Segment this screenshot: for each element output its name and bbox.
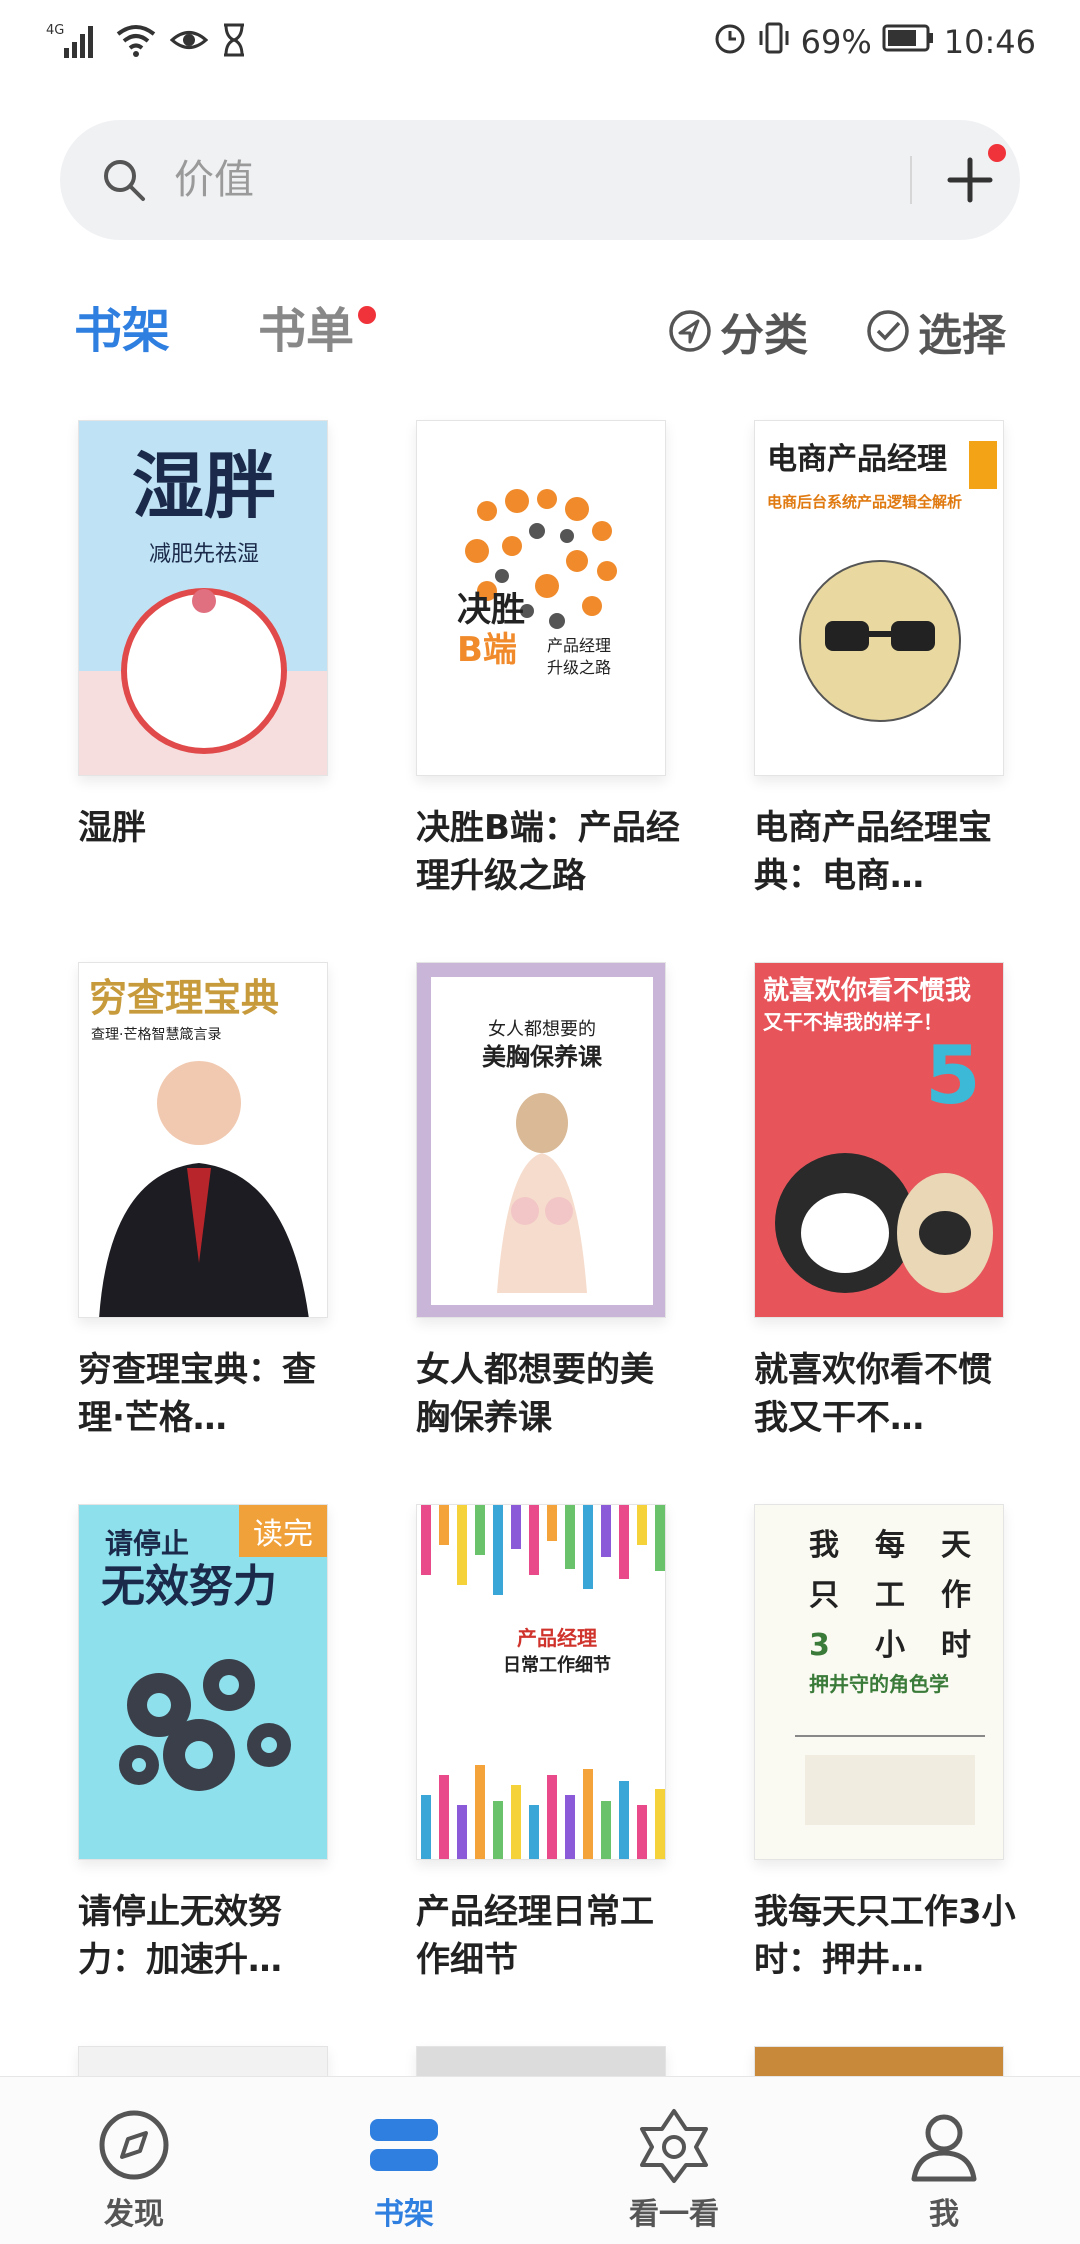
svg-text:请停止: 请停止 <box>105 1527 189 1560</box>
svg-text:升级之路: 升级之路 <box>547 658 611 677</box>
tab-booklist[interactable]: 书单 <box>258 296 376 366</box>
eye-icon <box>169 25 209 59</box>
nav-shelf[interactable]: 书架 <box>304 2077 504 2244</box>
select-button[interactable]: 选择 <box>866 296 1006 366</box>
search-input[interactable] <box>174 144 874 216</box>
svg-text:穷查理宝典: 穷查理宝典 <box>89 975 279 1020</box>
svg-text:我: 我 <box>809 1528 839 1563</box>
alarm-icon <box>713 21 747 63</box>
book-cover[interactable]: 湿胖 减肥先祛湿 <box>78 420 328 776</box>
svg-text:工: 工 <box>875 1578 905 1613</box>
svg-text:4G: 4G <box>46 23 64 38</box>
svg-text:美胸保养课: 美胸保养课 <box>482 1043 603 1071</box>
bookshelf-icon <box>370 2119 438 2171</box>
wifi-icon <box>116 22 156 62</box>
svg-text:押井守的角色学: 押井守的角色学 <box>809 1672 949 1696</box>
svg-text:天: 天 <box>941 1528 971 1563</box>
svg-text:减肥先祛湿: 减肥先祛湿 <box>149 542 259 567</box>
svg-text:作: 作 <box>941 1578 971 1613</box>
nav-look[interactable]: 看一看 <box>574 2077 774 2244</box>
book-title: 穷查理宝典：查理·芒格… <box>78 1350 316 1438</box>
svg-text:产品经理: 产品经理 <box>547 636 611 655</box>
nav-look-label: 看一看 <box>629 2197 719 2232</box>
svg-text:女人都想要的: 女人都想要的 <box>488 1019 596 1040</box>
svg-text:无效努力: 无效努力 <box>101 1561 277 1612</box>
book-cover[interactable]: 女人都想要的 美胸保养课 <box>416 962 666 1318</box>
search-bar[interactable] <box>60 120 1020 240</box>
category-button[interactable]: 分类 <box>668 296 808 366</box>
svg-text:决胜: 决胜 <box>457 590 525 630</box>
svg-text:查理·芒格智慧箴言录: 查理·芒格智慧箴言录 <box>91 1026 221 1043</box>
tab-booklist-label: 书单 <box>258 303 355 359</box>
signal-icon: 4G <box>46 20 102 64</box>
svg-text:B端: B端 <box>457 630 517 670</box>
check-circle-icon <box>867 310 909 352</box>
book-title: 我每天只工作3小时：押井… <box>754 1892 1016 1980</box>
nav-me[interactable]: 我 <box>844 2077 1044 2244</box>
svg-text:时: 时 <box>941 1628 971 1663</box>
status-right: 69% 10:46 <box>713 18 1036 66</box>
book-title: 产品经理日常工作细节 <box>416 1892 654 1980</box>
nav-shelf-label: 书架 <box>374 2197 434 2232</box>
book-title: 就喜欢你看不惯我又干不… <box>754 1350 992 1438</box>
tab-shelf[interactable]: 书架 <box>74 296 170 366</box>
svg-text:就喜欢你看不惯我: 就喜欢你看不惯我 <box>763 976 971 1006</box>
svg-text:电商后台系统产品逻辑全解析: 电商后台系统产品逻辑全解析 <box>767 493 962 511</box>
battery-percent: 69% <box>800 23 872 61</box>
add-button[interactable] <box>930 140 1010 220</box>
book-title: 女人都想要的美胸保养课 <box>416 1350 654 1438</box>
book-cover[interactable]: 电商产品经理 电商后台系统产品逻辑全解析 <box>754 420 1004 776</box>
svg-text:小: 小 <box>875 1628 905 1663</box>
shelf-tabs: 书架 书单 分类 选择 <box>0 296 1080 366</box>
svg-text:5: 5 <box>925 1029 981 1122</box>
book-title: 湿胖 <box>78 808 146 848</box>
book-cover[interactable]: 请停止 无效努力 读完 <box>78 1504 328 1860</box>
svg-text:又干不掉我的样子！: 又干不掉我的样子！ <box>763 1010 943 1034</box>
svg-text:电商产品经理: 电商产品经理 <box>767 442 947 477</box>
person-icon <box>911 2114 977 2182</box>
clock-time: 10:46 <box>943 23 1036 61</box>
status-left: 4G <box>46 18 246 66</box>
category-label: 分类 <box>720 310 808 361</box>
nav-discover[interactable]: 发现 <box>34 2077 234 2244</box>
search-divider <box>910 156 912 204</box>
nav-discover-label: 发现 <box>104 2197 164 2232</box>
notification-dot <box>988 144 1006 162</box>
book-title: 决胜B端：产品经理升级之路 <box>416 808 680 896</box>
compass-icon <box>99 2110 169 2180</box>
vibrate-icon <box>757 21 791 63</box>
notification-dot <box>358 306 376 324</box>
compass-arrow-icon <box>669 310 711 352</box>
book-title: 请停止无效努力：加速升… <box>78 1892 282 1980</box>
book-cover[interactable]: 产品经理 日常工作细节 <box>416 1504 666 1860</box>
select-label: 选择 <box>918 310 1006 361</box>
status-bar: 4G 69% 10:46 <box>0 0 1080 84</box>
book-cover[interactable]: 决胜 B端 产品经理 升级之路 <box>416 420 666 776</box>
svg-text:日常工作细节: 日常工作细节 <box>503 1654 611 1676</box>
svg-text:每: 每 <box>875 1528 905 1563</box>
battery-icon <box>882 23 934 61</box>
book-title: 电商产品经理宝典：电商… <box>754 808 992 896</box>
hourglass-icon <box>222 23 246 61</box>
star-hexagon-icon <box>640 2109 708 2183</box>
finished-badge: 读完 <box>239 1505 327 1557</box>
book-cover[interactable]: 我 每 天 只 工 作 3 小 时 押井守的角色学 <box>754 1504 1004 1860</box>
book-cover[interactable]: 穷查理宝典 查理·芒格智慧箴言录 <box>78 962 328 1318</box>
svg-text:湿胖: 湿胖 <box>132 443 276 528</box>
nav-me-label: 我 <box>929 2197 959 2232</box>
search-icon <box>102 158 146 202</box>
bottom-nav: 发现 书架 看一看 我 <box>0 2076 1080 2244</box>
svg-text:只: 只 <box>809 1578 839 1613</box>
book-cover[interactable]: 就喜欢你看不惯我 又干不掉我的样子！ 5 <box>754 962 1004 1318</box>
svg-text:产品经理: 产品经理 <box>517 1626 597 1650</box>
svg-text:3: 3 <box>809 1628 830 1663</box>
